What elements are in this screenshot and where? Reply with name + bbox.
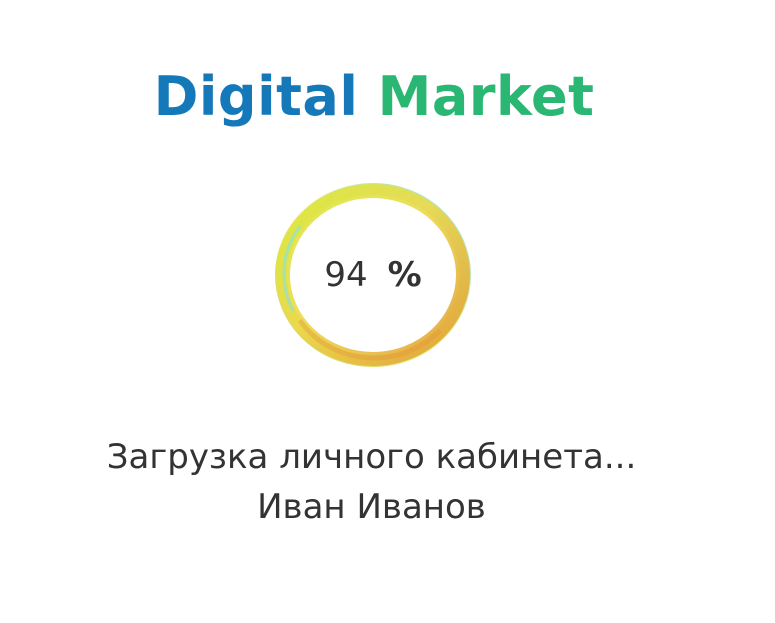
- brand-logo: Digital Market: [0, 62, 748, 132]
- progress-percent: 94 %: [268, 178, 478, 372]
- brand-word-digital: Digital: [153, 65, 359, 128]
- loading-message: Загрузка личного кабинета...: [106, 437, 637, 477]
- status-text: Загрузка личного кабинета... Иван Иванов: [0, 432, 743, 532]
- progress-value: 94: [324, 255, 368, 295]
- progress-ring: 94 %: [268, 178, 478, 372]
- brand-word-market: Market: [377, 65, 595, 128]
- loading-screen: Digital Market 94 % Загрузка личного каб…: [0, 0, 775, 623]
- percent-sign: %: [387, 255, 422, 295]
- user-name: Иван Иванов: [257, 487, 486, 527]
